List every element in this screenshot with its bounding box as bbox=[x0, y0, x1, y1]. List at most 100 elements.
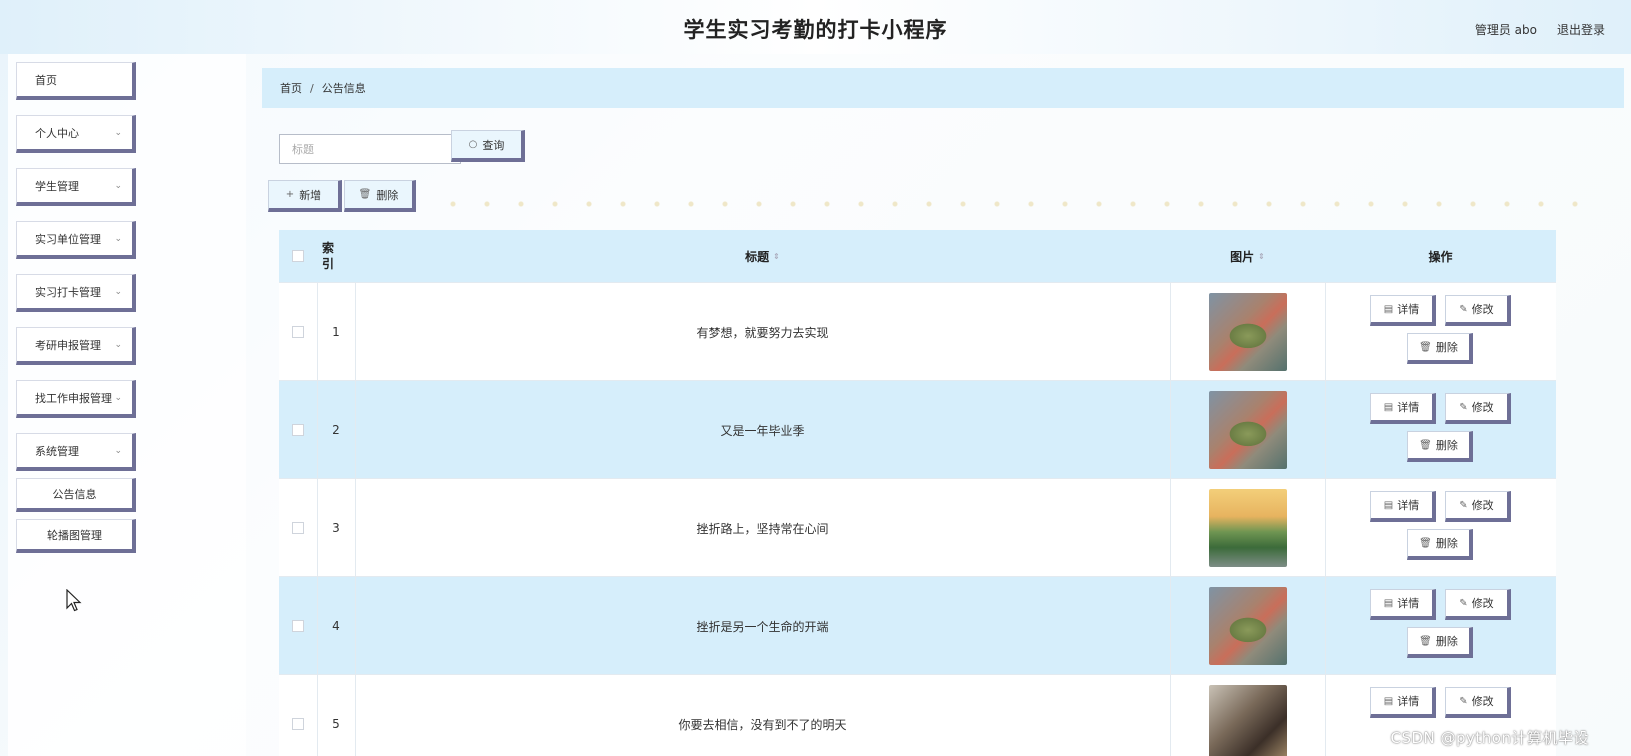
chevron-down-icon: ⌄ bbox=[114, 445, 122, 456]
row-image-cell bbox=[1170, 381, 1325, 479]
room-photo[interactable] bbox=[1208, 685, 1287, 756]
chevron-down-icon: ⌄ bbox=[114, 127, 122, 138]
watermark: CSDN @python计算机毕设 bbox=[1390, 729, 1589, 747]
pencil-icon: ✎ bbox=[1459, 499, 1468, 511]
detail-label: 详情 bbox=[1397, 499, 1420, 512]
edit-label: 修改 bbox=[1471, 401, 1494, 414]
table-row: 4 挫折是另一个生命的开端 ▤ 详情 ✎ 修改 🗑 删除 bbox=[279, 576, 1556, 674]
detail-button[interactable]: ▤ 详情 bbox=[1370, 491, 1436, 522]
sidebar-item-label: 实习打卡管理 bbox=[35, 285, 101, 299]
row-checkbox[interactable] bbox=[279, 283, 317, 381]
batch-delete-label: 删除 bbox=[376, 188, 399, 202]
sidebar-item-job-application[interactable]: 找工作申报管理 ⌄ bbox=[16, 380, 136, 418]
row-ops: ▤ 详情 ✎ 修改 🗑 删除 bbox=[1325, 479, 1556, 577]
row-image-cell bbox=[1170, 283, 1325, 381]
campus-photo[interactable] bbox=[1208, 293, 1287, 371]
sort-icon: ⇕ bbox=[773, 251, 780, 261]
row-checkbox[interactable] bbox=[279, 675, 317, 756]
add-button-label: 新增 bbox=[299, 188, 322, 202]
row-image-cell bbox=[1170, 577, 1325, 675]
announcement-table: 索引 标题 ⇕ 图片 ⇕ 操作 1 有梦想，就要努力去实现 ▤ 详情 ✎ 修改 🗑 删除 bbox=[279, 230, 1556, 756]
delete-button[interactable]: 🗑 删除 bbox=[1407, 529, 1473, 560]
row-checkbox[interactable] bbox=[279, 479, 317, 577]
select-all-checkbox[interactable] bbox=[279, 230, 317, 282]
detail-button[interactable]: ▤ 详情 bbox=[1370, 589, 1436, 620]
trash-icon: 🗑 bbox=[1419, 341, 1432, 353]
search-icon: ○ bbox=[468, 139, 478, 150]
edit-button[interactable]: ✎ 修改 bbox=[1445, 589, 1511, 620]
sidebar-item-system-management[interactable]: 系统管理 ⌄ bbox=[16, 433, 136, 471]
delete-label: 删除 bbox=[1435, 537, 1458, 550]
plus-icon: + bbox=[285, 189, 295, 200]
logout-link[interactable]: 退出登录 bbox=[1557, 21, 1605, 38]
street-photo[interactable] bbox=[1208, 489, 1287, 567]
sidebar-subitem-carousel[interactable]: 轮播图管理 bbox=[16, 519, 136, 553]
trash-icon: 🗑 bbox=[1419, 635, 1432, 647]
edit-label: 修改 bbox=[1471, 597, 1494, 610]
sidebar-item-label: 实习单位管理 bbox=[35, 232, 101, 246]
batch-delete-button[interactable]: 🗑 删除 bbox=[344, 180, 416, 212]
detail-label: 详情 bbox=[1397, 695, 1420, 708]
row-index: 3 bbox=[332, 521, 340, 535]
decorative-dots bbox=[436, 200, 1586, 208]
delete-button[interactable]: 🗑 删除 bbox=[1407, 627, 1473, 658]
search-input[interactable]: 标题 bbox=[279, 134, 461, 164]
campus-photo[interactable] bbox=[1208, 587, 1287, 665]
sidebar-subitem-announcements[interactable]: 公告信息 bbox=[16, 478, 136, 512]
delete-button[interactable]: 🗑 删除 bbox=[1407, 333, 1473, 364]
current-user: 管理员 abo bbox=[1474, 23, 1537, 37]
sidebar-item-internship-unit[interactable]: 实习单位管理 ⌄ bbox=[16, 221, 136, 259]
header-title[interactable]: 标题 ⇕ bbox=[355, 230, 1170, 282]
delete-button[interactable]: 🗑 删除 bbox=[1407, 431, 1473, 462]
sidebar-subitem-label: 公告信息 bbox=[52, 487, 97, 501]
sidebar: 首页 个人中心 ⌄ 学生管理 ⌄ 实习单位管理 ⌄ 实习打卡管理 ⌄ 考研申报管… bbox=[8, 54, 246, 756]
pencil-icon: ✎ bbox=[1459, 695, 1468, 707]
row-ops: ▤ 详情 ✎ 修改 🗑 删除 bbox=[1325, 283, 1556, 381]
edit-button[interactable]: ✎ 修改 bbox=[1445, 687, 1511, 718]
sidebar-item-label: 系统管理 bbox=[35, 444, 79, 458]
row-title: 有梦想，就要努力去实现 bbox=[696, 325, 829, 340]
main-content: 首页 / 公告信息 标题 ○ 查询 + 新增 🗑 删除 索引 标题 ⇕ 图片 ⇕ 操… bbox=[246, 54, 1631, 756]
sidebar-item-checkin-management[interactable]: 实习打卡管理 ⌄ bbox=[16, 274, 136, 312]
sidebar-item-personal-center[interactable]: 个人中心 ⌄ bbox=[16, 115, 136, 153]
chevron-down-icon: ⌄ bbox=[114, 339, 122, 350]
row-checkbox[interactable] bbox=[279, 577, 317, 675]
row-index: 4 bbox=[332, 619, 340, 633]
sort-icon: ⇕ bbox=[1258, 251, 1265, 261]
row-checkbox[interactable] bbox=[279, 381, 317, 479]
document-icon: ▤ bbox=[1383, 597, 1394, 609]
edit-label: 修改 bbox=[1471, 499, 1494, 512]
row-title: 挫折路上，坚持常在心间 bbox=[696, 521, 829, 536]
search-button[interactable]: ○ 查询 bbox=[451, 130, 525, 162]
detail-label: 详情 bbox=[1397, 303, 1420, 316]
breadcrumb-home[interactable]: 首页 bbox=[280, 80, 302, 96]
sidebar-item-label: 考研申报管理 bbox=[35, 338, 101, 352]
chevron-down-icon: ⌄ bbox=[114, 180, 122, 191]
table-row: 1 有梦想，就要努力去实现 ▤ 详情 ✎ 修改 🗑 删除 bbox=[279, 282, 1556, 380]
delete-label: 删除 bbox=[1435, 439, 1458, 452]
breadcrumb-current: 公告信息 bbox=[321, 82, 366, 95]
edit-label: 修改 bbox=[1471, 303, 1494, 316]
delete-label: 删除 bbox=[1435, 341, 1458, 354]
detail-button[interactable]: ▤ 详情 bbox=[1370, 393, 1436, 424]
edit-button[interactable]: ✎ 修改 bbox=[1445, 491, 1511, 522]
row-title: 挫折是另一个生命的开端 bbox=[696, 619, 829, 634]
header-index: 索引 bbox=[321, 241, 334, 271]
search-button-label: 查询 bbox=[482, 138, 505, 152]
pencil-icon: ✎ bbox=[1459, 303, 1468, 315]
chevron-down-icon: ⌄ bbox=[114, 392, 122, 403]
detail-button[interactable]: ▤ 详情 bbox=[1370, 687, 1436, 718]
header-image[interactable]: 图片 ⇕ bbox=[1170, 230, 1325, 282]
table-row: 2 又是一年毕业季 ▤ 详情 ✎ 修改 🗑 删除 bbox=[279, 380, 1556, 478]
sidebar-item-student-management[interactable]: 学生管理 ⌄ bbox=[16, 168, 136, 206]
campus-photo[interactable] bbox=[1208, 391, 1287, 469]
sidebar-item-postgrad-application[interactable]: 考研申报管理 ⌄ bbox=[16, 327, 136, 365]
detail-button[interactable]: ▤ 详情 bbox=[1370, 295, 1436, 326]
sidebar-item-home[interactable]: 首页 bbox=[16, 62, 136, 100]
sidebar-item-label: 首页 bbox=[35, 73, 57, 87]
edit-button[interactable]: ✎ 修改 bbox=[1445, 295, 1511, 326]
add-button[interactable]: + 新增 bbox=[268, 180, 342, 212]
delete-label: 删除 bbox=[1435, 635, 1458, 648]
sidebar-subitem-label: 轮播图管理 bbox=[47, 528, 102, 542]
edit-button[interactable]: ✎ 修改 bbox=[1445, 393, 1511, 424]
